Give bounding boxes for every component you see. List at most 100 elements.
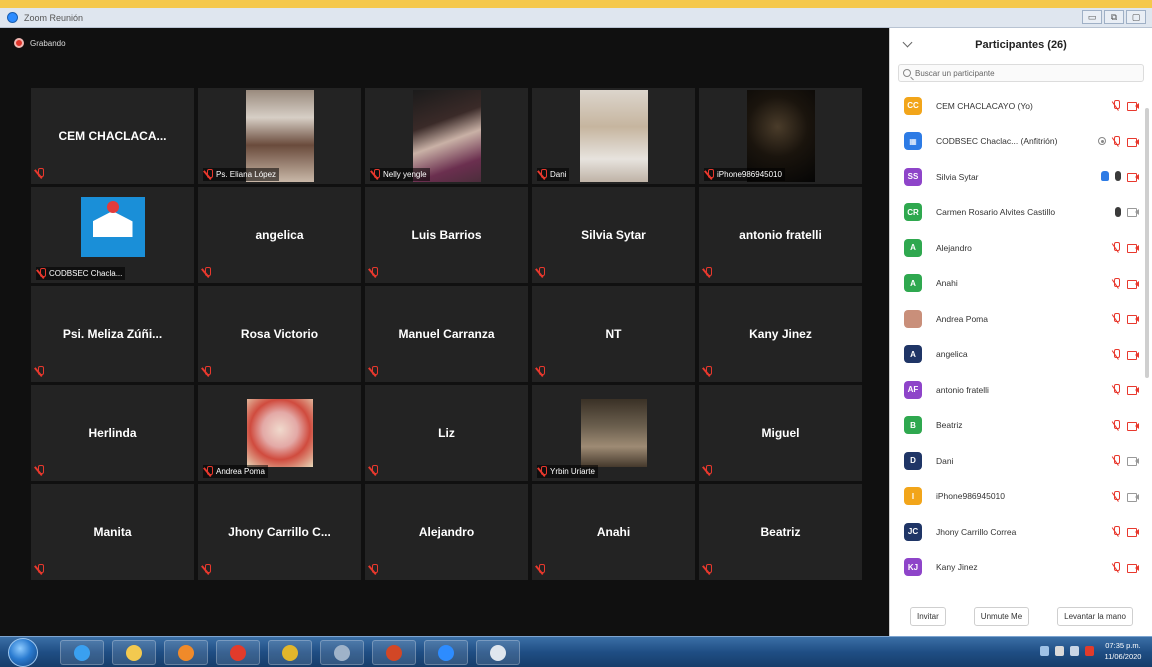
mic-muted-icon[interactable] <box>1112 100 1121 111</box>
start-button[interactable] <box>8 638 38 667</box>
participant-row[interactable]: CR Carmen Rosario Alvites Castillo <box>890 195 1152 231</box>
maximize-button[interactable]: ▢ <box>1126 10 1146 24</box>
tile-participant-name: Miguel <box>761 426 800 440</box>
mic-muted-icon[interactable] <box>1112 135 1121 147</box>
participant-row[interactable]: A Alejandro <box>890 230 1152 266</box>
participant-tile[interactable]: Yrbin Uriarte <box>532 385 695 481</box>
unmute-me-button[interactable]: Unmute Me <box>973 606 1030 626</box>
participant-tile[interactable]: Manuel Carranza <box>365 286 528 382</box>
participant-tile[interactable]: antonio fratelli <box>699 187 862 283</box>
participant-row[interactable]: A Anahi <box>890 266 1152 302</box>
participant-tile[interactable]: Silvia Sytar <box>532 187 695 283</box>
camera-off-icon[interactable] <box>1127 137 1139 147</box>
tray-network-icon[interactable] <box>1055 646 1064 656</box>
camera-off-icon[interactable] <box>1127 172 1139 182</box>
camera-off-icon[interactable] <box>1127 492 1139 502</box>
participant-tile[interactable]: angelica <box>198 187 361 283</box>
participant-tile[interactable]: Alejandro <box>365 484 528 580</box>
participant-tile[interactable]: Luis Barrios <box>365 187 528 283</box>
camera-off-icon[interactable] <box>1127 101 1139 111</box>
recording-icon <box>1098 137 1106 145</box>
camera-off-icon[interactable] <box>1127 421 1139 431</box>
participant-row[interactable]: AF antonio fratelli <box>890 372 1152 408</box>
participant-row[interactable]: KJ Kany Jinez <box>890 550 1152 586</box>
participant-row[interactable]: B Beatriz <box>890 408 1152 444</box>
participant-tile[interactable]: Manita <box>31 484 194 580</box>
participant-status-icons <box>1112 277 1139 289</box>
powerpoint-taskbar-button[interactable] <box>372 640 416 665</box>
camera-off-icon[interactable] <box>1127 563 1139 573</box>
mic-muted-icon[interactable] <box>1112 348 1121 360</box>
chrome-taskbar-button[interactable] <box>216 640 260 665</box>
mic-muted-icon[interactable] <box>1112 455 1121 466</box>
mic-muted-icon[interactable] <box>1112 526 1121 537</box>
participant-tile[interactable]: Beatriz <box>699 484 862 580</box>
participant-row[interactable]: ▦ CODBSEC Chaclac... (Anfitrión) <box>890 124 1152 160</box>
mic-on-icon[interactable] <box>1115 171 1121 181</box>
internet-explorer-taskbar-button[interactable] <box>60 640 104 665</box>
media-player-taskbar-button[interactable] <box>164 640 208 665</box>
paint-taskbar-button[interactable] <box>320 640 364 665</box>
mic-muted-icon[interactable] <box>1112 561 1121 573</box>
participant-tile[interactable]: CEM CHACLACA... <box>31 88 194 184</box>
camera-off-icon[interactable] <box>1127 243 1139 253</box>
opera-taskbar-button[interactable] <box>268 640 312 665</box>
participant-tile[interactable]: iPhone986945010 <box>699 88 862 184</box>
notepad-taskbar-button[interactable] <box>476 640 520 665</box>
mic-muted-icon[interactable] <box>1112 384 1121 395</box>
participant-search-input[interactable] <box>915 68 1115 78</box>
camera-off-icon[interactable] <box>1127 279 1139 289</box>
participant-tile[interactable]: Dani <box>532 88 695 184</box>
participant-tile[interactable]: Andrea Poma <box>198 385 361 481</box>
participant-tile[interactable]: Ps. Eliana López <box>198 88 361 184</box>
tray-flag-icon[interactable] <box>1040 646 1049 656</box>
participant-name: Alejandro <box>936 242 972 253</box>
camera-off-icon[interactable] <box>1127 527 1139 537</box>
participant-row[interactable]: IiPhone986945010 <box>890 479 1152 515</box>
participant-tile[interactable]: Miguel <box>699 385 862 481</box>
tray-volume-icon[interactable] <box>1070 646 1079 656</box>
mic-muted-icon[interactable] <box>1112 419 1121 431</box>
zoom-taskbar-button[interactable] <box>424 640 468 665</box>
participant-tile[interactable]: Anahi <box>532 484 695 580</box>
camera-off-icon[interactable] <box>1127 385 1139 395</box>
mic-on-icon[interactable] <box>1115 206 1121 217</box>
participant-row[interactable]: Andrea Poma <box>890 301 1152 337</box>
participant-tile[interactable]: Nelly yengle <box>365 88 528 184</box>
participants-scrollbar[interactable] <box>1145 108 1149 378</box>
participant-tile[interactable]: Rosa Victorio <box>198 286 361 382</box>
invite-button[interactable]: Invitar <box>910 606 946 626</box>
participant-tile[interactable]: NT <box>532 286 695 382</box>
camera-off-icon[interactable] <box>1127 350 1139 360</box>
file-explorer-taskbar-button[interactable] <box>112 640 156 665</box>
minimize-button[interactable]: ▭ <box>1082 10 1102 24</box>
mic-muted-icon[interactable] <box>1112 313 1121 324</box>
mic-muted-icon[interactable] <box>1112 242 1121 253</box>
participant-tile[interactable]: Herlinda <box>31 385 194 481</box>
participant-search[interactable] <box>898 64 1144 82</box>
participant-tile[interactable]: Jhony Carrillo C... <box>198 484 361 580</box>
raise-hand-button[interactable]: Levantar la mano <box>1057 606 1133 626</box>
camera-off-icon[interactable] <box>1127 314 1139 324</box>
participant-row[interactable]: JC Jhony Carrillo Correa <box>890 514 1152 550</box>
restore-button[interactable]: ⧉ <box>1104 10 1124 24</box>
participant-tile[interactable]: CODBSEC Chacla... <box>31 187 194 283</box>
mic-muted-icon[interactable] <box>1112 490 1121 502</box>
tile-participant-name: Kany Jinez <box>749 327 812 341</box>
camera-off-icon[interactable] <box>1127 207 1139 217</box>
participant-tile[interactable]: Liz <box>365 385 528 481</box>
tile-participant-name: angelica <box>255 228 304 242</box>
collapse-chevron-icon[interactable] <box>902 37 913 48</box>
tray-antivirus-icon[interactable] <box>1085 646 1094 656</box>
camera-off-icon[interactable] <box>1127 456 1139 466</box>
recording-indicator[interactable]: Grabando <box>14 38 66 48</box>
participant-tile[interactable]: Psi. Meliza Zúñi... <box>31 286 194 382</box>
mic-muted-icon[interactable] <box>1112 277 1121 289</box>
participant-row[interactable]: CC CEM CHACLACAYO (Yo) <box>890 88 1152 124</box>
participant-tile[interactable]: Kany Jinez <box>699 286 862 382</box>
participant-row[interactable]: Aangelica <box>890 337 1152 373</box>
avatar: JC <box>904 522 922 541</box>
participant-row[interactable]: D Dani <box>890 443 1152 479</box>
participant-row[interactable]: SS Silvia Sytar <box>890 159 1152 195</box>
taskbar-clock[interactable]: 07:35 p.m. 11/06/2020 <box>1100 640 1146 662</box>
